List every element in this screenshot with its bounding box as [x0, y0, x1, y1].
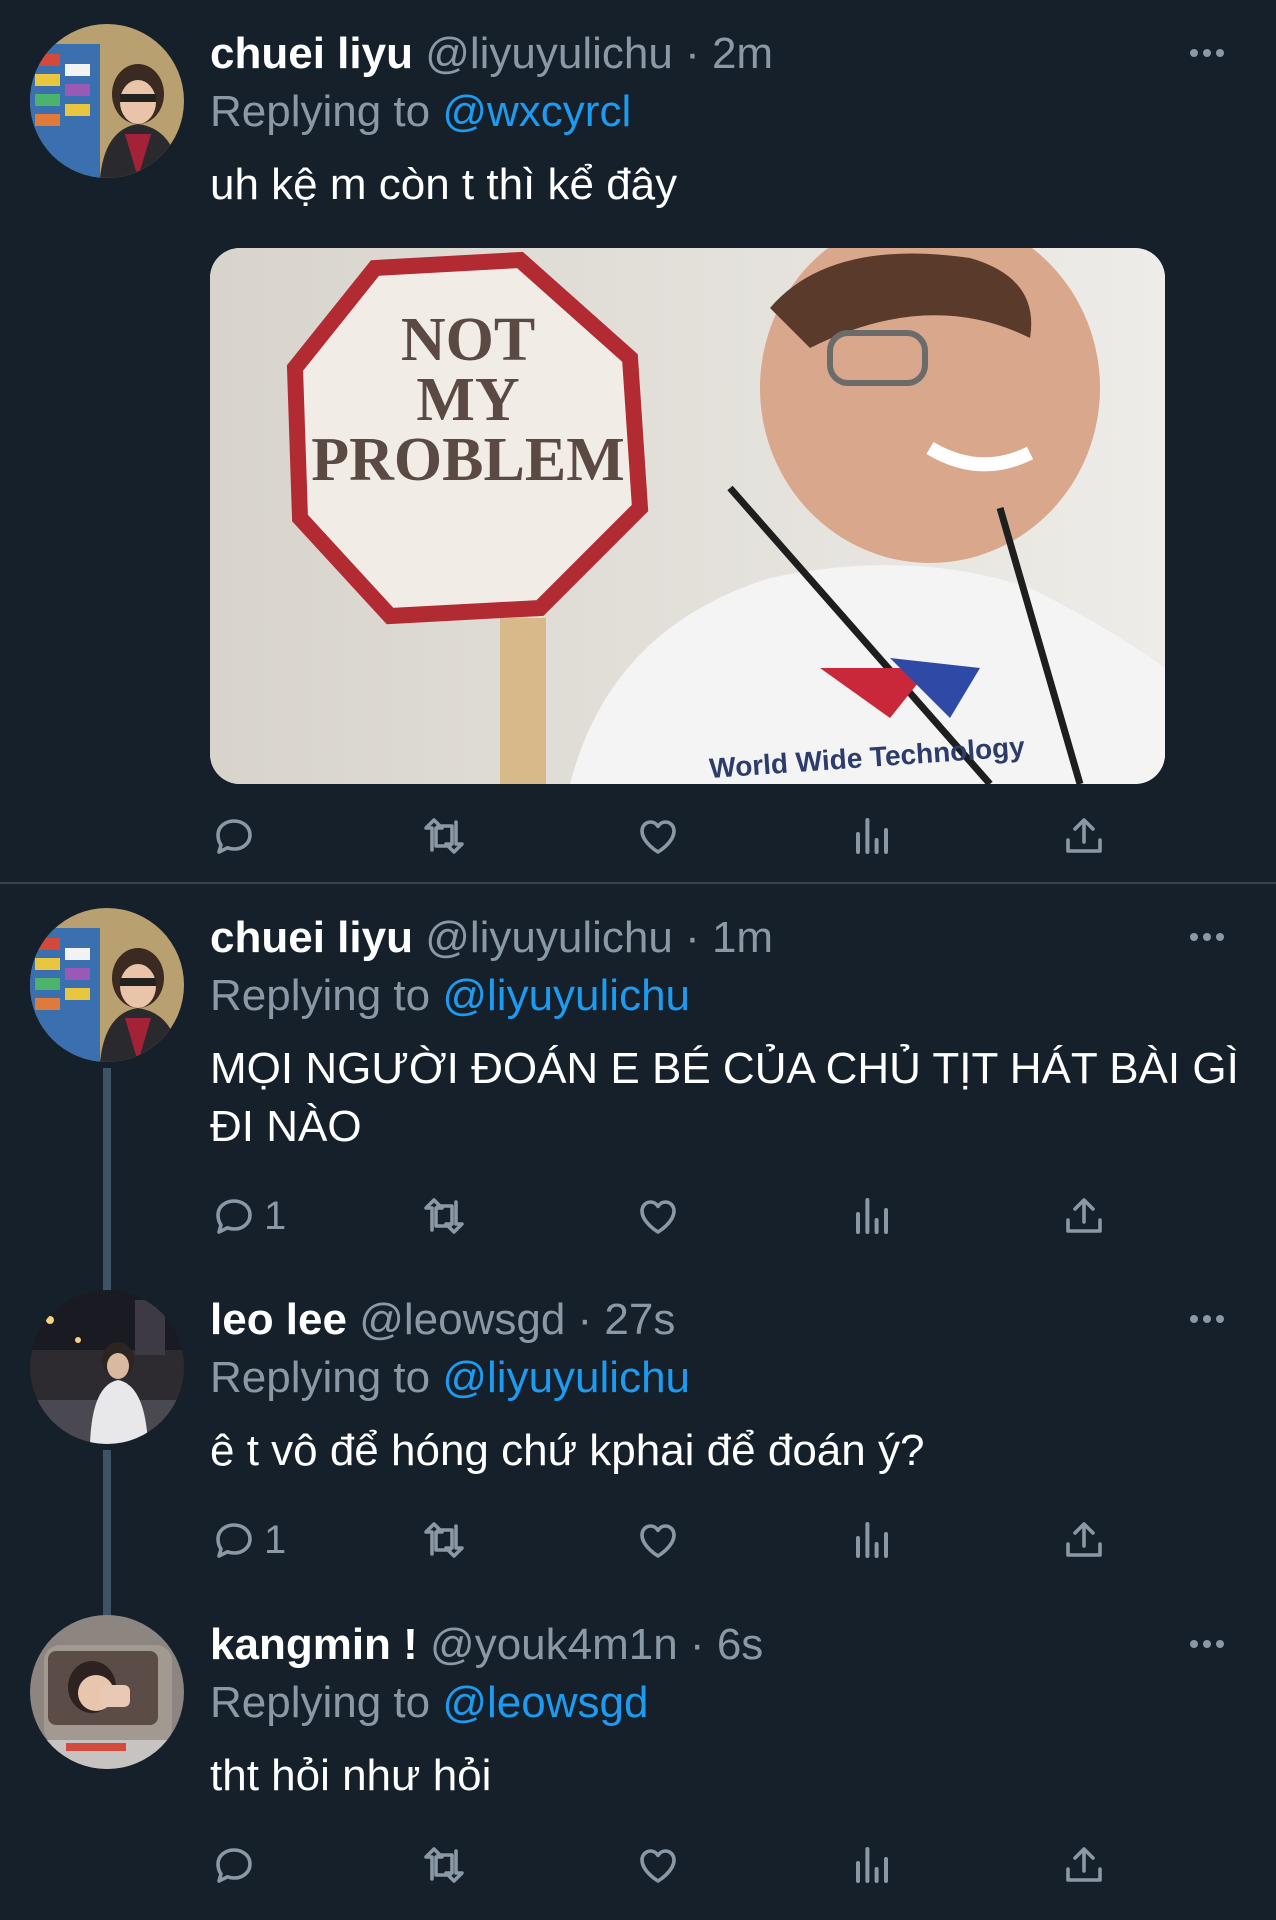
analytics-button[interactable] — [848, 1510, 896, 1570]
share-icon — [1066, 1522, 1102, 1557]
username[interactable]: @liyuyulichu — [425, 29, 673, 78]
retweet-icon — [424, 1198, 464, 1234]
tweet-actions: 1 — [210, 1186, 1120, 1246]
more-icon[interactable] — [1190, 1312, 1230, 1326]
display-name[interactable]: chuei liyu — [210, 913, 413, 962]
more-icon[interactable] — [1190, 1637, 1230, 1651]
analytics-button[interactable] — [848, 1835, 896, 1895]
reply-icon — [216, 819, 252, 854]
tweet[interactable]: kangmin ! @youk4m1n · 6s Replying to @le… — [0, 1591, 1276, 1920]
share-button[interactable] — [1060, 1510, 1108, 1570]
replying-to: Replying to @leowsgd — [210, 1675, 648, 1731]
mention-link[interactable]: @liyuyulichu — [442, 1353, 690, 1402]
replying-label: Replying to — [210, 1678, 443, 1727]
separator: · — [677, 1620, 717, 1669]
avatar[interactable] — [30, 1615, 184, 1769]
share-button[interactable] — [1060, 806, 1108, 866]
sign-line1: NOT — [401, 306, 535, 374]
reply-button[interactable] — [210, 806, 264, 866]
replying-to: Replying to @liyuyulichu — [210, 968, 690, 1024]
tweet-actions — [210, 806, 1120, 866]
timestamp[interactable]: 27s — [604, 1295, 675, 1344]
retweet-button[interactable] — [420, 1186, 468, 1246]
tweet-header: kangmin ! @youk4m1n · 6s — [210, 1617, 763, 1673]
tweet-actions: 1 — [210, 1510, 1120, 1570]
share-icon — [1066, 818, 1102, 853]
tweet-text: ê t vô để hóng chứ kphai để đoán ý? — [210, 1426, 925, 1475]
replying-label: Replying to — [210, 87, 443, 136]
display-name[interactable]: leo lee — [210, 1295, 347, 1344]
sign-line2: MY — [416, 366, 519, 434]
analytics-icon — [856, 1522, 888, 1558]
display-name[interactable]: chuei liyu — [210, 29, 413, 78]
avatar[interactable] — [30, 1290, 184, 1444]
timestamp[interactable]: 2m — [712, 29, 773, 78]
username[interactable]: @leowsgd — [359, 1295, 565, 1344]
like-button[interactable] — [634, 1510, 682, 1570]
analytics-icon — [856, 1847, 888, 1883]
replying-to: Replying to @wxcyrcl — [210, 84, 631, 140]
separator: · — [672, 913, 712, 962]
username[interactable]: @youk4m1n — [430, 1620, 678, 1669]
more-icon[interactable] — [1190, 930, 1230, 944]
username[interactable]: @liyuyulichu — [425, 913, 673, 962]
like-icon — [640, 1200, 676, 1234]
avatar[interactable] — [30, 24, 184, 178]
share-button[interactable] — [1060, 1186, 1108, 1246]
analytics-button[interactable] — [848, 1186, 896, 1246]
display-name[interactable]: kangmin ! — [210, 1620, 418, 1669]
like-button[interactable] — [634, 1186, 682, 1246]
retweet-button[interactable] — [420, 806, 468, 866]
like-button[interactable] — [634, 1835, 682, 1895]
share-icon — [1066, 1847, 1102, 1882]
tweet-header: chuei liyu @liyuyulichu · 2m — [210, 26, 773, 82]
tweet[interactable]: chuei liyu @liyuyulichu · 1m Replying to… — [0, 884, 1276, 1266]
like-button[interactable] — [634, 806, 682, 866]
analytics-button[interactable] — [848, 806, 896, 866]
more-icon[interactable] — [1190, 46, 1230, 60]
tweet-header: chuei liyu @liyuyulichu · 1m — [210, 910, 773, 966]
reply-icon — [216, 1848, 252, 1883]
retweet-button[interactable] — [420, 1510, 468, 1570]
mention-link[interactable]: @wxcyrcl — [442, 87, 631, 136]
reply-button[interactable] — [210, 1835, 264, 1895]
retweet-icon — [424, 1847, 464, 1883]
share-icon — [1066, 1198, 1102, 1233]
mention-link[interactable]: @leowsgd — [442, 1678, 648, 1727]
like-icon — [640, 1524, 676, 1558]
analytics-icon — [856, 818, 888, 854]
reply-icon — [216, 1523, 252, 1558]
reply-button[interactable]: 1 — [210, 1186, 286, 1246]
tweet-actions — [210, 1835, 1120, 1895]
tweet[interactable]: leo lee @leowsgd · 27s Replying to @liyu… — [0, 1266, 1276, 1591]
retweet-icon — [424, 1522, 464, 1558]
separator: · — [672, 29, 712, 78]
replying-to: Replying to @liyuyulichu — [210, 1350, 690, 1406]
retweet-button[interactable] — [420, 1835, 468, 1895]
like-icon — [640, 820, 676, 854]
separator: · — [565, 1295, 605, 1344]
sign-line3: PROBLEM — [311, 426, 624, 494]
share-button[interactable] — [1060, 1835, 1108, 1895]
reply-count: 1 — [264, 1193, 287, 1238]
tweet-text: uh kệ m còn t thì kể đây — [210, 160, 678, 209]
tweet-header: leo lee @leowsgd · 27s — [210, 1292, 675, 1348]
reply-count: 1 — [264, 1517, 287, 1562]
mention-link[interactable]: @liyuyulichu — [442, 971, 690, 1020]
retweet-icon — [424, 818, 464, 854]
replying-label: Replying to — [210, 1353, 443, 1402]
tweet-text: tht hỏi như hỏi — [210, 1751, 492, 1800]
analytics-icon — [856, 1198, 888, 1234]
tweet[interactable]: chuei liyu @liyuyulichu · 2m Replying to… — [0, 0, 1276, 884]
like-icon — [640, 1849, 676, 1883]
avatar[interactable] — [30, 908, 184, 1062]
reply-button[interactable]: 1 — [210, 1510, 286, 1570]
timestamp[interactable]: 6s — [717, 1620, 763, 1669]
reply-icon — [216, 1199, 252, 1234]
timestamp[interactable]: 1m — [712, 913, 773, 962]
tweet-text: MỌI NGƯỜI ĐOÁN E BÉ CỦA CHỦ TỊT HÁT BÀI … — [210, 1044, 1239, 1151]
replying-label: Replying to — [210, 971, 443, 1020]
tweet-media-image[interactable]: World Wide Technology NOT MY PROBLEM — [210, 248, 1165, 784]
